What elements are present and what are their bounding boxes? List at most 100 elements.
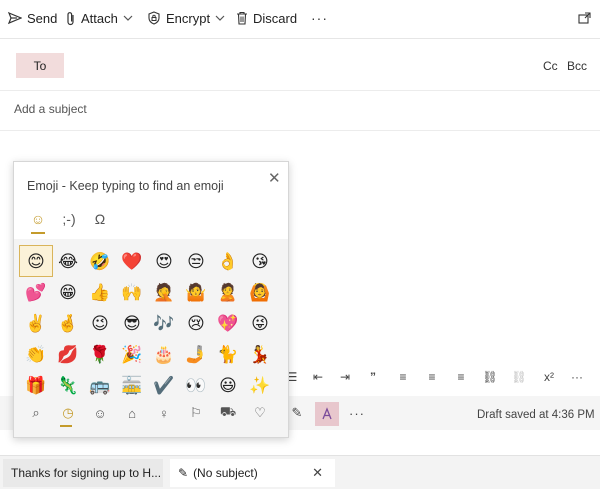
emoji-grid: 😊 😂 🤣 ❤️ 😍 😒 👌 😘 💕 😁 👍 🙌 🤦 🤷 🙎 🙆 ✌️ 🤞 😉 😎 🎶 😢 💖 😜 👏 💋 🌹 🎉 🎂 🤳 🐈 💃 🎁 🦎 🚌 🚋 ✔️… <box>19 245 276 400</box>
attach-button[interactable]: Attach <box>66 9 133 27</box>
to-button[interactable]: To <box>16 53 64 78</box>
link-icon[interactable]: ⛓ <box>482 367 498 387</box>
emoji-panel: Emoji - Keep typing to find an emoji ✕ ☺… <box>13 161 289 438</box>
emoji-cell[interactable]: 🤣 <box>84 246 116 276</box>
emoji-cell[interactable]: 👌 <box>212 246 244 276</box>
emoji-cell[interactable]: 😂 <box>52 246 84 276</box>
search-icon[interactable]: ⌕ <box>20 399 52 427</box>
emoji-cell[interactable]: 🎉 <box>116 339 148 369</box>
emoticon-icon: ;-) <box>62 211 76 227</box>
omega-symbol-icon: Ω <box>94 211 106 227</box>
emoji-cell[interactable]: 🚋 <box>116 370 148 400</box>
emoji-cell[interactable]: 😜 <box>244 308 276 338</box>
emoji-panel-title: Emoji - Keep typing to find an emoji <box>27 179 224 193</box>
bcc-button[interactable]: Bcc <box>567 59 587 73</box>
heart-icon[interactable]: ♡ <box>244 399 276 427</box>
tab-thanks[interactable]: Thanks for signing up to H... <box>3 459 163 487</box>
emoji-cell[interactable]: ✌️ <box>20 308 52 338</box>
emoji-tab-emoticon[interactable]: ;-) <box>56 208 82 230</box>
discard-button[interactable]: Discard <box>236 9 297 27</box>
tab-no-subject[interactable]: ✎ (No subject) ✕ <box>170 459 335 487</box>
emoji-tab-symbols[interactable]: Ω <box>87 208 113 230</box>
emoji-grid-area: 😊 😂 🤣 ❤️ 😍 😒 👌 😘 💕 😁 👍 🙌 🤦 🤷 🙎 🙆 ✌️ 🤞 😉 😎 🎶 😢 💖 😜 👏 💋 🌹 🎉 🎂 🤳 🐈 💃 🎁 🦎 🚌 🚋 ✔️… <box>14 239 288 437</box>
emoji-cell[interactable]: 😎 <box>116 308 148 338</box>
emoji-cell[interactable]: 🙎 <box>212 277 244 307</box>
emoji-cell[interactable]: ✔️ <box>148 370 180 400</box>
emoji-cell[interactable]: 💕 <box>20 277 52 307</box>
food-icon[interactable]: ♀ <box>148 399 180 427</box>
send-button[interactable]: Send <box>8 9 57 27</box>
send-icon <box>8 11 22 25</box>
cc-button[interactable]: Cc <box>543 59 558 73</box>
recent-icon[interactable]: ◷ <box>52 399 84 427</box>
emoji-cell[interactable]: 💋 <box>52 339 84 369</box>
emoji-cell[interactable]: 👀 <box>180 370 212 400</box>
emoji-cell[interactable]: 🎂 <box>148 339 180 369</box>
emoji-cell[interactable]: 🤳 <box>180 339 212 369</box>
emoji-cell[interactable]: 🙆 <box>244 277 276 307</box>
signature-pen-icon[interactable]: ✎ <box>288 404 306 422</box>
flag-icon[interactable]: ⚐ <box>180 399 212 427</box>
emoji-cell[interactable]: ❤️ <box>116 246 148 276</box>
shield-lock-icon <box>148 11 160 25</box>
emoji-cell[interactable]: 🌹 <box>84 339 116 369</box>
emoji-cell[interactable]: 🐈 <box>212 339 244 369</box>
align-center-icon[interactable]: ≡ <box>424 367 440 387</box>
tab-label: Thanks for signing up to H... <box>11 466 162 480</box>
emoji-cell[interactable]: 😢 <box>180 308 212 338</box>
pop-out-button[interactable] <box>578 9 591 27</box>
emoji-cell[interactable]: ✨ <box>244 370 276 400</box>
draft-status: Draft saved at 4:36 PM <box>477 409 595 421</box>
format-painter-button[interactable] <box>315 402 339 426</box>
emoji-cell[interactable]: 😘 <box>244 246 276 276</box>
attach-label: Attach <box>81 10 118 26</box>
unlink-icon[interactable]: ⛓ <box>511 367 527 387</box>
chevron-down-icon <box>215 15 225 21</box>
send-label: Send <box>27 10 58 26</box>
format-more-button[interactable]: ··· <box>568 367 586 387</box>
emoji-cell[interactable]: 🎶 <box>148 308 180 338</box>
increase-indent-icon[interactable]: ⇥ <box>336 367 354 387</box>
celebration-icon[interactable]: ⌂ <box>116 399 148 427</box>
emoji-cell[interactable]: 🤞 <box>52 308 84 338</box>
align-right-icon[interactable]: ≡ <box>453 367 469 387</box>
emoji-cell[interactable]: 🚌 <box>84 370 116 400</box>
subject-input[interactable]: Add a subject <box>14 102 87 116</box>
encrypt-label: Encrypt <box>166 10 211 26</box>
emoji-cell[interactable]: 😍 <box>148 246 180 276</box>
tab-label: (No subject) <box>193 466 258 480</box>
emoji-cell[interactable]: 😃 <box>212 370 244 400</box>
emoji-cell[interactable]: 🤷 <box>180 277 212 307</box>
discard-label: Discard <box>253 10 298 26</box>
emoji-cell[interactable]: 🤦 <box>148 277 180 307</box>
footer-more-button[interactable]: ··· <box>349 406 365 421</box>
travel-icon[interactable]: ⛟ <box>212 399 244 427</box>
trash-icon <box>237 11 247 25</box>
emoji-cell[interactable]: 💃 <box>244 339 276 369</box>
emoji-cell[interactable]: 🦎 <box>52 370 84 400</box>
emoji-cell[interactable]: 😉 <box>84 308 116 338</box>
emoji-cell[interactable]: 😒 <box>180 246 212 276</box>
emoji-cell[interactable]: 👍 <box>84 277 116 307</box>
encrypt-button[interactable]: Encrypt <box>147 9 225 27</box>
more-options-button[interactable]: ··· <box>311 9 328 27</box>
paperclip-icon <box>67 11 74 25</box>
emoji-category-bar: ⌕ ◷ ☺ ⌂ ♀ ⚐ ⛟ ♡ <box>20 399 276 427</box>
command-toolbar: Send Attach Encrypt Discard ··· <box>0 0 600 36</box>
emoji-cell[interactable]: 😁 <box>52 277 84 307</box>
close-icon[interactable]: ✕ <box>268 169 281 187</box>
emoji-cell[interactable]: 🎁 <box>20 370 52 400</box>
superscript-icon[interactable]: x² <box>541 367 557 387</box>
emoji-tab-smiley[interactable]: ☺ <box>25 208 51 230</box>
people-icon[interactable]: ☺ <box>84 399 116 427</box>
active-category-indicator <box>60 425 72 427</box>
emoji-cell[interactable]: 💖 <box>212 308 244 338</box>
more-options-icon: ··· <box>311 10 328 26</box>
close-tab-icon[interactable]: ✕ <box>312 465 323 481</box>
emoji-cell[interactable]: 😊 <box>19 245 53 277</box>
align-left-icon[interactable]: ≡ <box>395 367 411 387</box>
emoji-cell[interactable]: 👏 <box>20 339 52 369</box>
emoji-cell[interactable]: 🙌 <box>116 277 148 307</box>
decrease-indent-icon[interactable]: ⇤ <box>309 367 327 387</box>
quote-icon[interactable]: ” <box>366 367 380 387</box>
